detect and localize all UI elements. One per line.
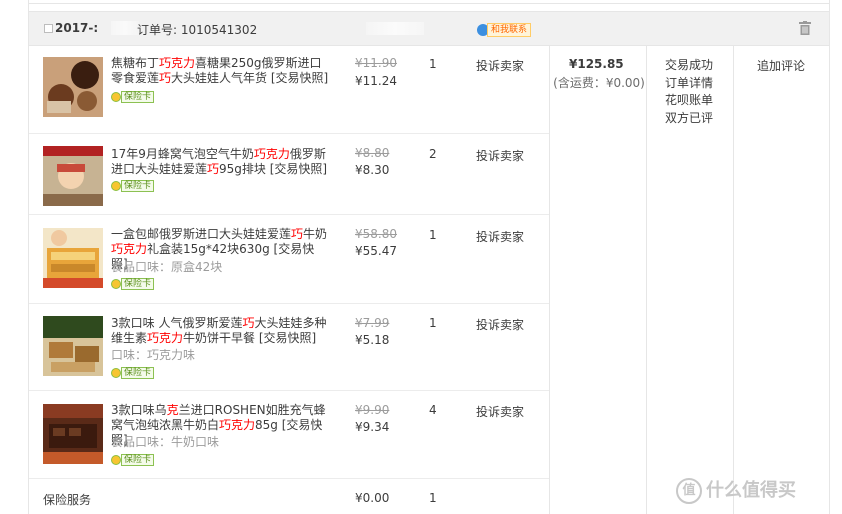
column-divider bbox=[646, 45, 647, 514]
original-price: ¥8.80 bbox=[355, 146, 390, 160]
order-total: ¥125.85 bbox=[569, 57, 624, 71]
paid-price: ¥55.47 bbox=[355, 244, 397, 258]
order-item-row: 焦糖布丁巧克力喜糖果250g俄罗斯进口零食爱莲巧大头娃娃人气年货 [交易快照] … bbox=[29, 45, 549, 134]
order-card: 2017-: 订单号: 1010541302 和我联系 焦糖布丁巧克力喜糖果25… bbox=[28, 0, 830, 514]
product-title[interactable]: 17年9月蜂窝气泡空气牛奶巧克力俄罗斯进口大头娃娃爱莲巧95g排块 [交易快照] bbox=[111, 147, 329, 177]
original-price: ¥58.80 bbox=[355, 227, 397, 241]
redacted-shop-name bbox=[366, 22, 424, 35]
shield-icon bbox=[111, 91, 121, 102]
product-option: 食品口味：牛奶口味 bbox=[111, 435, 220, 449]
shield-icon bbox=[111, 278, 121, 289]
paid-price: ¥5.18 bbox=[355, 333, 390, 347]
both-reviewed-status: 双方已评 bbox=[665, 110, 714, 125]
insurance-badge: 保险卡 bbox=[111, 452, 155, 466]
contact-label: 和我联系 bbox=[487, 22, 532, 37]
order-item-row: 3款口味乌克兰进口ROSHEN如胜充气蜂窝气泡纯浓黑牛奶白巧克力85g [交易快… bbox=[29, 391, 549, 479]
product-thumbnail[interactable] bbox=[43, 228, 103, 288]
column-divider bbox=[733, 45, 734, 514]
product-thumbnail[interactable] bbox=[43, 316, 103, 376]
quantity: 1 bbox=[429, 57, 437, 71]
site-watermark: 值什么值得买 bbox=[676, 476, 796, 504]
insurance-badge: 保险卡 bbox=[111, 276, 155, 290]
product-option: 食品口味：原盒42块 bbox=[111, 260, 223, 274]
insurance-badge: 保险卡 bbox=[111, 178, 155, 192]
insurance-price: ¥0.00 bbox=[355, 491, 390, 505]
order-checkbox[interactable] bbox=[44, 24, 53, 33]
product-thumbnail[interactable] bbox=[43, 57, 103, 117]
paid-price: ¥8.30 bbox=[355, 163, 390, 177]
order-status-links: 交易成功 订单详情 花呗账单 双方已评 bbox=[665, 57, 713, 127]
paid-price: ¥9.34 bbox=[355, 420, 390, 434]
order-number: 订单号: 1010541302 bbox=[137, 23, 258, 37]
product-thumbnail[interactable] bbox=[43, 146, 103, 206]
redacted-date-block bbox=[111, 21, 139, 35]
order-item-row: 一盒包邮俄罗斯进口大头娃娃爱莲巧牛奶巧克力礼盒装15g*42块630g [交易快… bbox=[29, 215, 549, 304]
freight-note: (含运费：¥0.00) bbox=[553, 76, 645, 90]
watermark-logo-icon: 值 bbox=[676, 478, 702, 504]
paid-price: ¥11.24 bbox=[355, 74, 397, 88]
complain-seller-link[interactable]: 投诉卖家 bbox=[476, 316, 524, 333]
order-date: 2017-: bbox=[55, 21, 99, 35]
order-item-row: 3款口味 人气俄罗斯爱莲巧大头娃娃多种维生素巧克力牛奶饼干早餐 [交易快照] 口… bbox=[29, 304, 549, 391]
order-detail-link[interactable]: 订单详情 bbox=[665, 75, 713, 93]
order-item-row: 17年9月蜂窝气泡空气牛奶巧克力俄罗斯进口大头娃娃爱莲巧95g排块 [交易快照]… bbox=[29, 134, 549, 215]
contact-seller-button[interactable]: 和我联系 bbox=[477, 22, 532, 37]
product-title[interactable]: 焦糖布丁巧克力喜糖果250g俄罗斯进口零食爱莲巧大头娃娃人气年货 [交易快照] bbox=[111, 56, 329, 86]
quantity: 1 bbox=[429, 316, 437, 330]
insurance-service-label: 保险服务 bbox=[43, 493, 92, 507]
complain-seller-link[interactable]: 投诉卖家 bbox=[476, 403, 524, 420]
shield-icon bbox=[111, 454, 121, 465]
trash-icon[interactable] bbox=[799, 21, 811, 35]
insurance-badge: 保险卡 bbox=[111, 365, 155, 379]
product-option: 口味：巧克力味 bbox=[111, 348, 196, 362]
column-divider bbox=[549, 45, 550, 514]
quantity: 2 bbox=[429, 147, 437, 161]
product-title[interactable]: 3款口味 人气俄罗斯爱莲巧大头娃娃多种维生素巧克力牛奶饼干早餐 [交易快照] bbox=[111, 316, 329, 346]
original-price: ¥7.99 bbox=[355, 316, 390, 330]
append-review-link[interactable]: 追加评论 bbox=[757, 57, 805, 74]
insurance-badge: 保险卡 bbox=[111, 89, 155, 103]
complain-seller-link[interactable]: 投诉卖家 bbox=[476, 228, 524, 245]
original-price: ¥11.90 bbox=[355, 56, 397, 70]
quantity: 4 bbox=[429, 403, 437, 417]
shield-icon bbox=[111, 180, 121, 191]
huabei-bill-link[interactable]: 花呗账单 bbox=[665, 92, 713, 110]
product-thumbnail[interactable] bbox=[43, 404, 103, 464]
top-divider bbox=[29, 0, 829, 4]
original-price: ¥9.90 bbox=[355, 403, 390, 417]
insurance-quantity: 1 bbox=[429, 491, 437, 505]
quantity: 1 bbox=[429, 228, 437, 242]
shield-icon bbox=[111, 367, 121, 378]
complain-seller-link[interactable]: 投诉卖家 bbox=[476, 57, 524, 74]
complain-seller-link[interactable]: 投诉卖家 bbox=[476, 147, 524, 164]
order-header: 2017-: 订单号: 1010541302 和我联系 bbox=[29, 11, 829, 46]
status-trade-success: 交易成功 bbox=[665, 58, 714, 72]
